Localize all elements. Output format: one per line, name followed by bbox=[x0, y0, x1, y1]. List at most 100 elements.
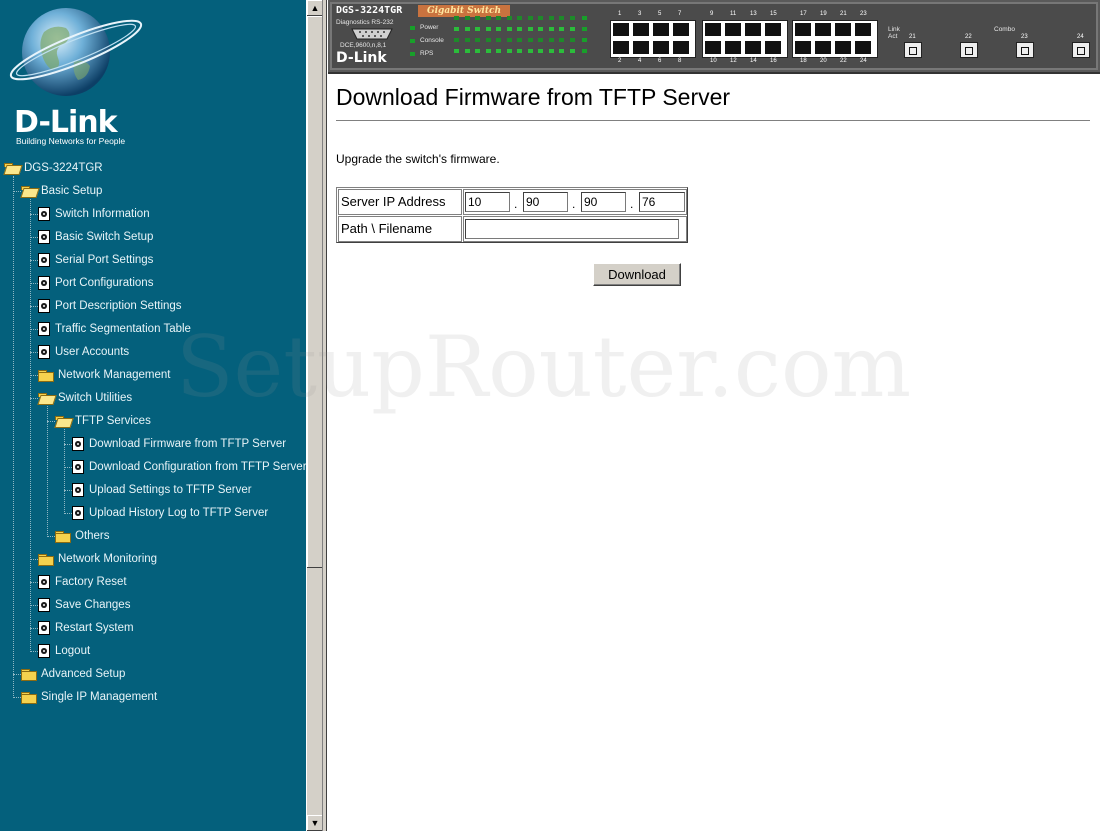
nav-item-label: Restart System bbox=[55, 622, 134, 634]
nav-item-download-firmware-from-tftp-server[interactable]: Download Firmware from TFTP Server bbox=[72, 434, 286, 454]
device-panel-face: DGS-3224TGR Gigabit Switch Diagnostics R… bbox=[330, 2, 1098, 70]
folder-open-icon bbox=[38, 392, 53, 404]
port-led bbox=[454, 38, 459, 42]
nav-item-basic-switch-setup[interactable]: Basic Switch Setup bbox=[38, 227, 153, 247]
port-led bbox=[538, 49, 543, 53]
frame-divider[interactable] bbox=[322, 0, 327, 831]
ethernet-port-icon bbox=[673, 41, 689, 54]
port-led bbox=[506, 16, 512, 20]
server-ip-octet-2[interactable] bbox=[523, 192, 568, 212]
nav-item-label: Serial Port Settings bbox=[55, 254, 154, 266]
server-ip-octet-4[interactable] bbox=[639, 192, 685, 212]
port-led bbox=[506, 38, 512, 42]
document-icon bbox=[38, 644, 50, 658]
ethernet-port-icon bbox=[613, 23, 629, 36]
ethernet-port-icon bbox=[653, 23, 669, 36]
nav-item-upload-settings-to-tftp-server[interactable]: Upload Settings to TFTP Server bbox=[72, 480, 252, 500]
folder-icon bbox=[21, 691, 37, 704]
folder-icon bbox=[38, 369, 54, 382]
port-led bbox=[485, 16, 491, 20]
nav-root-switch[interactable]: DGS-3224TGR bbox=[4, 158, 103, 178]
nav-item-download-configuration-from-tftp-server[interactable]: Download Configuration from TFTP Server bbox=[72, 457, 306, 477]
nav-item-label: Basic Setup bbox=[41, 185, 103, 197]
nav-item-others[interactable]: Others bbox=[55, 526, 110, 546]
port-led bbox=[559, 49, 564, 53]
speed-led bbox=[582, 49, 587, 53]
port-number: 24 bbox=[860, 58, 867, 64]
nav-item-port-description-settings[interactable]: Port Description Settings bbox=[38, 296, 182, 316]
port-led bbox=[559, 16, 564, 20]
ethernet-port-icon bbox=[815, 23, 831, 36]
port-led bbox=[475, 38, 480, 42]
sfp-port-number: 23 bbox=[1021, 34, 1028, 40]
power-led-label: Power bbox=[420, 24, 439, 31]
nav-item-label: DGS-3224TGR bbox=[24, 162, 103, 174]
port-led bbox=[496, 38, 501, 42]
scroll-up-arrow-icon[interactable]: ▲ bbox=[307, 0, 323, 16]
port-number: 5 bbox=[658, 11, 662, 17]
server-ip-octet-1[interactable] bbox=[465, 192, 510, 212]
port-led bbox=[485, 27, 491, 31]
download-button[interactable]: Download bbox=[593, 263, 681, 286]
nav-item-advanced-setup[interactable]: Advanced Setup bbox=[21, 664, 125, 684]
nav-item-network-management[interactable]: Network Management bbox=[38, 365, 171, 385]
globe-logo-icon bbox=[9, 8, 143, 96]
nav-item-switch-information[interactable]: Switch Information bbox=[38, 204, 150, 224]
port-led bbox=[527, 38, 533, 42]
port-number: 6 bbox=[658, 58, 662, 64]
port-led bbox=[559, 27, 564, 31]
port-number: 1 bbox=[618, 11, 622, 17]
port-number: 18 bbox=[800, 58, 807, 64]
port-led bbox=[527, 16, 533, 20]
port-number: 4 bbox=[638, 58, 642, 64]
nav-item-label: Upload History Log to TFTP Server bbox=[89, 507, 269, 519]
ethernet-port-icon bbox=[705, 23, 721, 36]
nav-item-factory-reset[interactable]: Factory Reset bbox=[38, 572, 127, 592]
nav-item-restart-system[interactable]: Restart System bbox=[38, 618, 134, 638]
document-icon bbox=[38, 322, 50, 336]
scroll-thumb[interactable] bbox=[307, 16, 323, 568]
nav-item-label: Switch Utilities bbox=[58, 392, 133, 404]
port-led bbox=[527, 27, 533, 31]
ethernet-port-icon bbox=[633, 23, 649, 36]
nav-item-traffic-segmentation-table[interactable]: Traffic Segmentation Table bbox=[38, 319, 191, 339]
nav-item-label: Port Configurations bbox=[55, 277, 154, 289]
port-led bbox=[517, 38, 522, 42]
ethernet-port-icon bbox=[633, 41, 649, 54]
port-led bbox=[475, 27, 480, 31]
port-led bbox=[496, 49, 501, 53]
speed-led bbox=[582, 16, 587, 20]
sfp-port-number: 21 bbox=[909, 34, 916, 40]
server-ip-octet-3[interactable] bbox=[581, 192, 626, 212]
nav-item-single-ip-management[interactable]: Single IP Management bbox=[21, 687, 157, 707]
nav-item-save-changes[interactable]: Save Changes bbox=[38, 595, 130, 615]
nav-item-logout[interactable]: Logout bbox=[38, 641, 90, 661]
document-icon bbox=[38, 253, 50, 267]
ethernet-port-icon bbox=[855, 23, 871, 36]
port-led bbox=[559, 38, 564, 42]
document-icon bbox=[72, 483, 84, 497]
port-led bbox=[496, 16, 501, 20]
nav-item-port-configurations[interactable]: Port Configurations bbox=[38, 273, 153, 293]
nav-item-user-accounts[interactable]: User Accounts bbox=[38, 342, 129, 362]
nav-item-basic-setup[interactable]: Basic Setup bbox=[21, 181, 102, 201]
document-icon bbox=[38, 299, 50, 313]
nav-item-upload-history-log-to-tftp-server[interactable]: Upload History Log to TFTP Server bbox=[72, 503, 268, 523]
ip-separator: . bbox=[630, 197, 634, 211]
port-number: 8 bbox=[678, 58, 682, 64]
nav-item-label: Upload Settings to TFTP Server bbox=[89, 484, 252, 496]
document-icon bbox=[72, 460, 84, 474]
nav-scrollbar[interactable]: ▲ ▼ bbox=[306, 0, 323, 831]
scroll-down-arrow-icon[interactable]: ▼ bbox=[307, 815, 323, 831]
dlink-logo: D-Link bbox=[14, 105, 118, 140]
nav-item-network-monitoring[interactable]: Network Monitoring bbox=[38, 549, 157, 569]
sfp-port-icon bbox=[960, 42, 978, 58]
folder-icon bbox=[55, 530, 71, 543]
port-led bbox=[496, 27, 501, 31]
sfp-port-icon bbox=[904, 42, 922, 58]
nav-item-serial-port-settings[interactable]: Serial Port Settings bbox=[38, 250, 153, 270]
nav-item-switch-utilities[interactable]: Switch Utilities bbox=[38, 388, 132, 408]
path-filename-input[interactable] bbox=[465, 219, 679, 239]
rps-led-label: RPS bbox=[420, 50, 434, 57]
nav-item-tftp-services[interactable]: TFTP Services bbox=[55, 411, 151, 431]
